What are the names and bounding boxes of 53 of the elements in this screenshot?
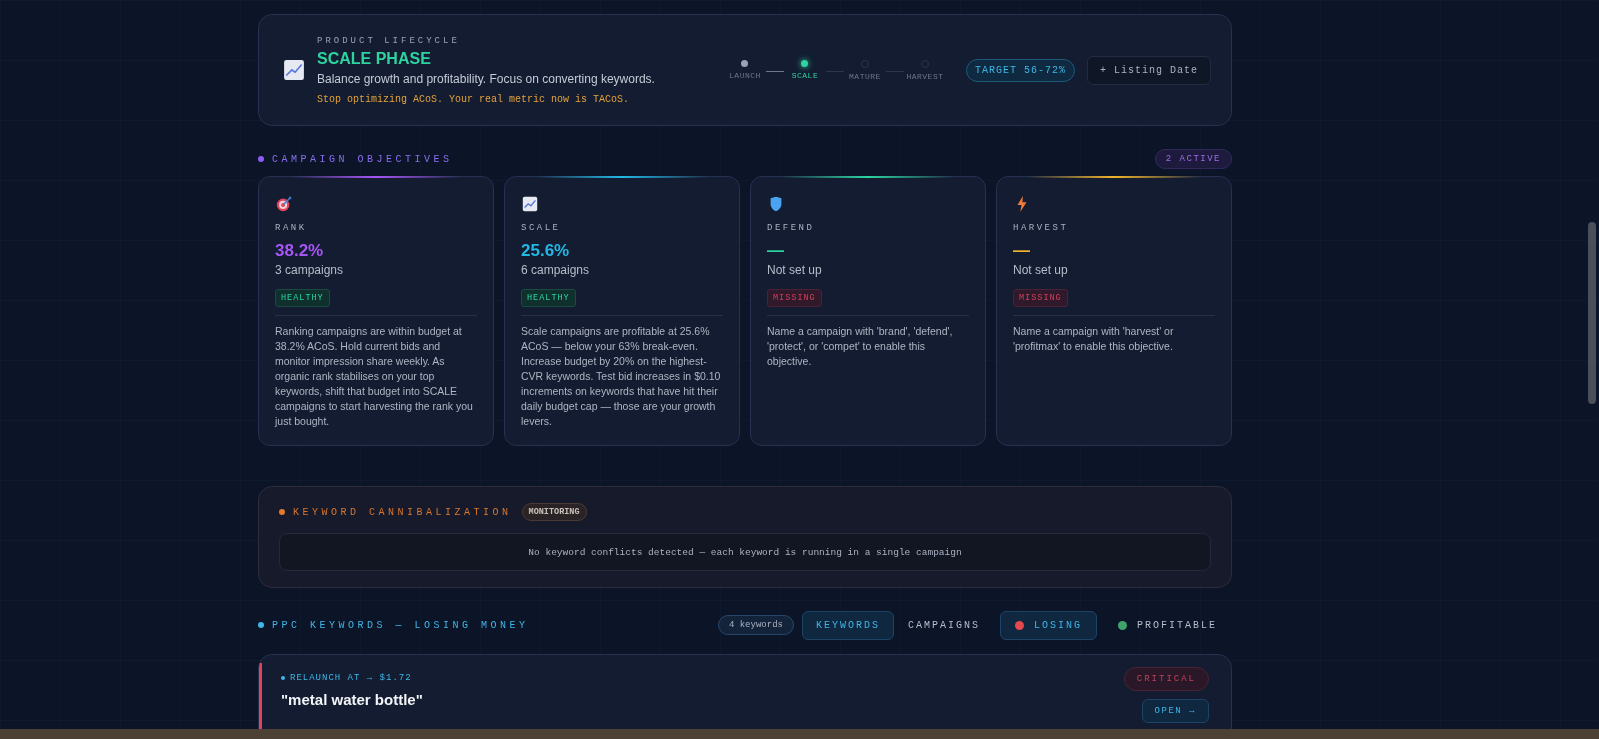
chart-icon <box>283 59 305 81</box>
scrollbar-thumb[interactable] <box>1588 222 1596 404</box>
objective-name: DEFEND <box>767 223 816 233</box>
objective-description: Scale campaigns are profitable at 25.6% ACoS — below your 63% break-even. Increase budget by 20% on the highest-CVR keywords. Test bid increases in $0.10 increments on keywords that have hit their daily budget cap — those are your growth levers. <box>521 324 722 429</box>
objective-description: Name a campaign with 'brand', 'defend', 'protect', or 'compet' to enable this objective. <box>767 324 954 369</box>
objective-value: 25.6% <box>521 241 571 261</box>
status-badge: HEALTHY <box>275 289 330 307</box>
section-dot <box>279 509 285 515</box>
status-badge: MONITORING <box>521 503 587 521</box>
stage-label: SCALE <box>791 70 819 80</box>
objective-description: Name a campaign with 'harvest' or 'profitmax' to enable this objective. <box>1013 324 1175 354</box>
phase-description: Balance growth and profitability. Focus on converting keywords. <box>317 71 656 86</box>
listing-date-button[interactable]: + Listing Date <box>1087 55 1211 85</box>
target-icon <box>275 195 293 213</box>
severity-badge: CRITICAL <box>1123 667 1209 691</box>
view-tab[interactable]: KEYWORDS <box>801 610 894 640</box>
conflict-message: No keyword conflicts detected — each keyword is running in a single campaign <box>279 533 1211 571</box>
tag-dot <box>281 676 285 680</box>
filter-button[interactable]: LOSING <box>999 610 1097 640</box>
objective-value: 38.2% <box>275 241 325 261</box>
phase-title: SCALE PHASE <box>317 49 432 68</box>
relaunch-tag: RELAUNCH AT → $1.72 <box>290 673 412 683</box>
section-dot <box>258 156 264 162</box>
active-count-badge: 2 ACTIVE <box>1154 149 1232 169</box>
campaign-count: 6 campaigns <box>521 263 591 277</box>
section-title: CAMPAIGN OBJECTIVES <box>272 153 453 165</box>
status-badge: MISSING <box>1013 289 1068 307</box>
status-badge: MISSING <box>767 289 822 307</box>
campaign-count: Not set up <box>1013 263 1069 277</box>
keyword-count-badge: 4 keywords <box>717 615 794 635</box>
stage-label: LAUNCH <box>729 70 761 80</box>
warning-text: Stop optimizing ACoS. Your real metric now is TACoS. <box>317 93 631 105</box>
view-tab[interactable]: CAMPAIGNS <box>893 610 994 640</box>
objective-name: SCALE <box>521 223 562 233</box>
open-button[interactable]: OPEN → <box>1141 699 1209 723</box>
objective-value: — <box>767 241 785 261</box>
objective-name: HARVEST <box>1013 223 1070 233</box>
campaign-count: Not set up <box>767 263 823 277</box>
stage-label: HARVEST <box>906 71 944 81</box>
status-badge: HEALTHY <box>521 289 576 307</box>
section-label: PRODUCT LIFECYCLE <box>317 35 461 46</box>
target-badge: TARGET 56-72% <box>965 58 1075 82</box>
objective-description: Ranking campaigns are within budget at 38.2% ACoS. Hold current bids and monitor impression share weekly. As organic rank stabilises on your top keywords, shift that budget into SCALE campaigns to start harvesting the rank you just bought. <box>275 324 474 429</box>
objective-value: — <box>1013 241 1031 261</box>
section-title: PPC KEYWORDS — LOSING MONEY <box>272 619 529 631</box>
filter-button[interactable]: PROFITABLE <box>1103 610 1232 640</box>
section-title: KEYWORD CANNIBALIZATION <box>293 506 512 518</box>
chart-icon <box>521 195 539 213</box>
keyword-name: "metal water bottle" <box>281 691 424 708</box>
campaign-count: 3 campaigns <box>275 263 345 277</box>
stage-label: MATURE <box>849 71 881 81</box>
objective-name: RANK <box>275 223 308 233</box>
section-dot <box>258 622 264 628</box>
